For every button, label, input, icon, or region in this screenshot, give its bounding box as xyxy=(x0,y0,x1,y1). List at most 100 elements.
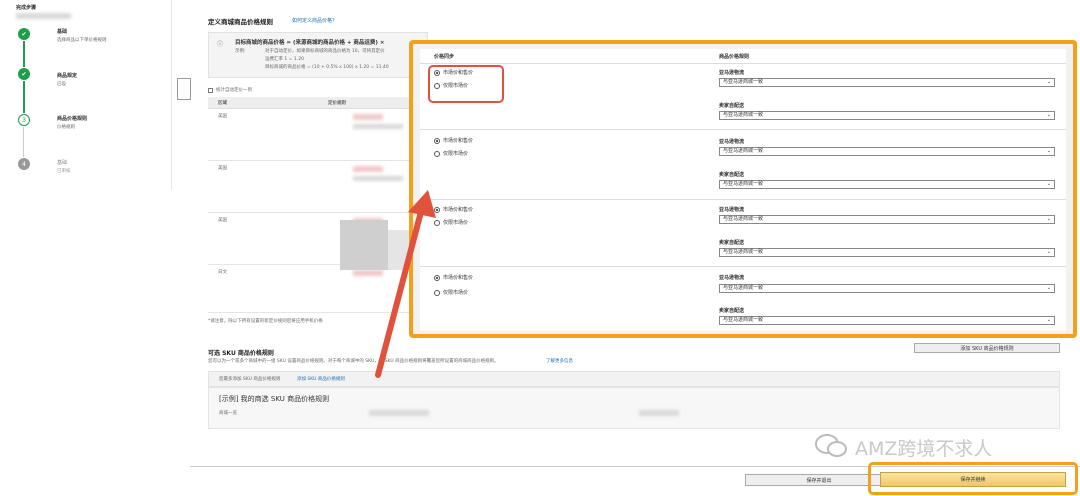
chevron-down-icon: ⌄ xyxy=(1046,216,1051,222)
sidebar: 完成步骤 ✔ ✔ 3 4 基础 选择商品以下单价格规则 商品规定 已设 商品价格… xyxy=(0,0,170,496)
redacted-cell xyxy=(639,410,679,416)
sku-example-sub: 商城一览 xyxy=(219,411,237,416)
section-help-link[interactable]: 如何定义商品价格？ xyxy=(292,17,337,24)
step-4-icon: 4 xyxy=(18,158,30,170)
step-2-sub: 已设 xyxy=(57,82,66,87)
divider xyxy=(420,63,1066,64)
select-value: 与亚马逊商城一致 xyxy=(723,285,764,291)
col-header-rule: 商品价格规则 xyxy=(719,54,750,60)
table-header-rule: 定价规则 xyxy=(328,101,346,106)
label-fba: 亚马逊物流 xyxy=(719,70,745,76)
fba-rule-select[interactable]: 与亚马逊商城一致 ⌄ xyxy=(719,284,1055,293)
select-value: 与亚马逊商城一致 xyxy=(723,181,764,187)
radio-label: 仅限市场价 xyxy=(443,151,469,157)
wechat-icon xyxy=(814,432,848,460)
formula-line-1: 对于自动定价，如果目标商城的商品价格为 10，可将其定价 xyxy=(265,49,385,54)
redacted-cell xyxy=(353,176,403,181)
radio-empty-icon xyxy=(434,150,440,157)
fbm-rule-select[interactable]: 与亚马逊商城一致 ⌄ xyxy=(719,248,1055,257)
redacted-cell xyxy=(369,410,429,416)
step-connector-gray xyxy=(23,127,24,157)
divider xyxy=(420,129,1066,130)
step-3-sub: 价格规则 xyxy=(57,125,75,130)
fbm-rule-select[interactable]: 与亚马逊商城一致 ⌄ xyxy=(719,180,1055,189)
step-2-title[interactable]: 商品规定 xyxy=(57,72,77,79)
step-3-title[interactable]: 商品价格规则 xyxy=(57,115,87,122)
radio-sync-price-and-sale[interactable]: 市场价和售价 xyxy=(434,137,473,144)
label-fbm: 卖家自配送 xyxy=(719,240,745,246)
redacted-cell xyxy=(353,166,383,172)
step-1-check-icon: ✔ xyxy=(18,28,30,40)
info-icon: ⓘ xyxy=(217,41,224,48)
chevron-down-icon: ⌄ xyxy=(1046,79,1051,85)
save-continue-button[interactable]: 保存并继续 xyxy=(880,472,1066,487)
section-title: 定义商城商品价格规则 xyxy=(208,18,273,26)
radio-label: 市场价和售价 xyxy=(443,207,474,213)
step-connector xyxy=(23,81,25,113)
fba-rule-select[interactable]: 与亚马逊商城一致 ⌄ xyxy=(719,78,1055,87)
select-value: 与亚马逊商城一致 xyxy=(723,112,764,118)
step-3-current-icon: 3 xyxy=(18,114,30,126)
sidebar-header: 完成步骤 xyxy=(16,5,37,11)
table-row-region: 日文 xyxy=(218,270,227,275)
radio-label: 仅限市场价 xyxy=(443,220,469,226)
formula-line-3: 目标商城的商品价格 = (10 + 0.5% x 100) x 1.20 = 1… xyxy=(265,65,389,70)
fba-rule-select[interactable]: 与亚马逊商城一致 ⌄ xyxy=(719,215,1055,224)
sku-example-card: [示例] 我的商选 SKU 商品价格规则 商城一览 xyxy=(208,387,1060,429)
sku-section-desc: 您可以为一个或多个商城中的一组 SKU 设置商品价格规则。对于每个商城中的 SK… xyxy=(208,359,499,364)
select-value: 与亚马逊商城一致 xyxy=(723,317,764,323)
formula-text: 目标商城的商品价格 = (来源商城的商品价格 + 商品运费) × xyxy=(235,40,385,46)
table-footnote: *请注意，除以下所有设置的新定价规则后将应用手机价格 xyxy=(208,319,323,324)
collapse-handle[interactable] xyxy=(177,78,191,100)
watermark-text: AMZ跨境不求人 xyxy=(855,438,993,460)
sidebar-divider xyxy=(171,0,172,190)
table-row-region: 美国 xyxy=(218,166,227,171)
formula-example-label: 示例: xyxy=(235,49,246,54)
col-header-sync: 价格同步 xyxy=(434,54,455,60)
sku-learn-more-link[interactable]: 了解更多信息 xyxy=(546,358,573,364)
label-fba: 亚马逊物流 xyxy=(719,207,745,213)
label-fba: 亚马逊物流 xyxy=(719,275,745,281)
chevron-down-icon: ⌄ xyxy=(1046,148,1051,154)
sku-section-title: 可选 SKU 商品价格规则 xyxy=(208,350,274,357)
step-1-title[interactable]: 基础 xyxy=(57,28,67,35)
chevron-down-icon: ⌄ xyxy=(1046,317,1051,323)
step-1-sub: 选择商品以下单价格规则 xyxy=(57,38,107,43)
label-fbm: 卖家自配送 xyxy=(719,103,745,109)
select-value: 与亚马逊商城一致 xyxy=(723,148,764,154)
table-row-region: 美国 xyxy=(218,218,227,223)
select-value: 与亚马逊商城一致 xyxy=(723,249,764,255)
step-connector xyxy=(23,41,25,67)
select-value: 与亚马逊商城一致 xyxy=(723,216,764,222)
sku-bar-add-link[interactable]: 添加 SKU 商品价格规则 xyxy=(297,376,345,382)
annotation-arrow-icon xyxy=(375,190,436,378)
fba-rule-select[interactable]: 与亚马逊商城一致 ⌄ xyxy=(719,147,1055,156)
table-row: 美国 xyxy=(208,108,418,161)
chevron-down-icon: ⌄ xyxy=(1046,285,1051,291)
auto-price-checkbox-label: 统计自动定价一到 xyxy=(216,88,252,93)
select-value: 与亚马逊商城一致 xyxy=(723,79,764,85)
fbm-rule-select[interactable]: 与亚马逊商城一致 ⌄ xyxy=(719,316,1055,325)
auto-price-checkbox[interactable] xyxy=(208,88,213,93)
radio-label: 市场价和售价 xyxy=(443,138,474,144)
sidebar-header-blur xyxy=(16,13,71,19)
radio-list-price-only[interactable]: 仅限市场价 xyxy=(434,150,468,157)
radio-selected-icon xyxy=(434,137,440,144)
step-4-sub: 已审核 xyxy=(57,169,71,174)
table-row-region: 美国 xyxy=(218,114,227,119)
fbm-rule-select[interactable]: 与亚马逊商城一致 ⌄ xyxy=(719,111,1055,120)
sku-bar: 您最多添加 SKU 商品价格规则 添加 SKU 商品价格规则 xyxy=(208,371,1060,387)
label-fbm: 卖家自配送 xyxy=(719,308,745,314)
chevron-down-icon: ⌄ xyxy=(1046,249,1051,255)
divider xyxy=(420,199,1066,200)
table-header-region: 区域 xyxy=(218,101,227,106)
divider xyxy=(420,266,1066,267)
chevron-down-icon: ⌄ xyxy=(1046,181,1051,187)
step-4-title: 基础 xyxy=(57,160,68,166)
price-sync-panel: 价格同步 商品价格规则 市场价和售价 仅限市场价 亚马逊物流 与亚马逊商城一致 ⌄… xyxy=(409,40,1077,338)
sku-example-title: [示例] 我的商选 SKU 商品价格规则 xyxy=(219,395,330,403)
add-sku-rule-button-top[interactable]: 添加 SKU 商品价格规则 xyxy=(914,343,1060,353)
chevron-down-icon: ⌄ xyxy=(1046,112,1051,118)
redacted-cell xyxy=(353,124,403,129)
radio-label: 市场价和售价 xyxy=(443,275,474,281)
